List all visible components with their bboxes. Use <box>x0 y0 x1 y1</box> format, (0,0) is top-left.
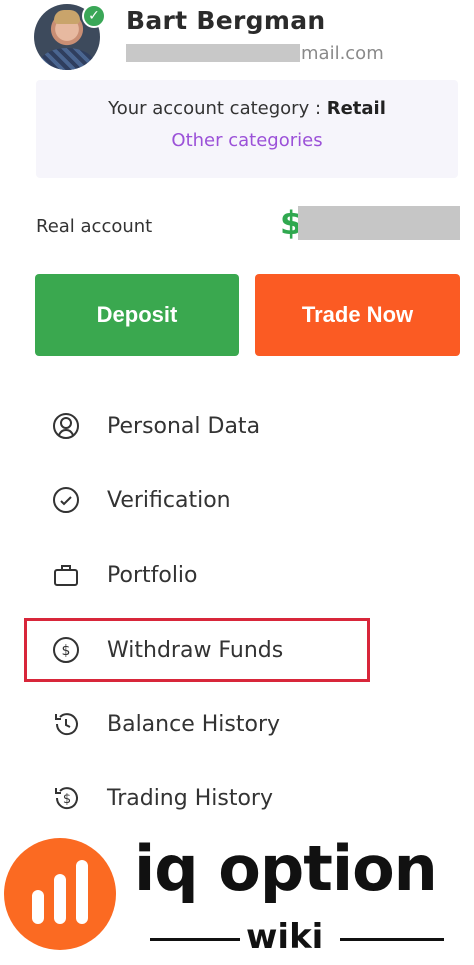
user-email: mail.com <box>126 42 384 64</box>
menu-item-portfolio[interactable]: Portfolio <box>50 555 198 595</box>
menu-item-trading-history[interactable]: $ Trading History <box>50 778 273 818</box>
avatar-shirt <box>40 48 94 70</box>
verified-check-icon: ✓ <box>82 4 106 28</box>
wiki-divider-left <box>150 938 240 941</box>
other-categories-link[interactable]: Other categories <box>36 130 458 151</box>
wiki-divider-right <box>340 938 444 941</box>
dollar-history-icon: $ <box>50 782 82 814</box>
email-suffix: mail.com <box>301 42 384 64</box>
svg-text:$: $ <box>62 643 71 659</box>
logo-bar <box>32 890 44 924</box>
logo-bar <box>76 860 88 924</box>
real-account-label: Real account <box>36 216 153 237</box>
user-name: Bart Bergman <box>126 6 326 35</box>
brand-sub: wiki <box>246 917 324 957</box>
menu-item-label: Trading History <box>107 785 273 811</box>
menu-item-balance-history[interactable]: Balance History <box>50 704 280 744</box>
svg-text:$: $ <box>63 792 71 807</box>
menu-item-label: Balance History <box>107 711 281 737</box>
avatar-hair <box>54 10 80 24</box>
menu-item-personal-data[interactable]: Personal Data <box>50 406 260 446</box>
account-category-prefix: Your account category : <box>108 98 327 119</box>
account-category-panel: Your account category : Retail Other cat… <box>36 80 458 178</box>
menu-item-label: Withdraw Funds <box>107 637 284 663</box>
account-category-text: Your account category : Retail <box>36 98 458 119</box>
dollar-circle-icon: $ <box>50 634 82 666</box>
history-icon <box>50 708 82 740</box>
brand-name: iq option <box>134 832 438 905</box>
iq-option-logo-icon <box>4 838 116 950</box>
menu-item-label: Verification <box>107 487 231 513</box>
email-redaction <box>126 44 300 62</box>
menu-item-label: Personal Data <box>107 413 261 439</box>
user-icon <box>50 410 82 442</box>
menu-item-verification[interactable]: Verification <box>50 480 231 520</box>
deposit-button[interactable]: Deposit <box>35 274 239 356</box>
trade-now-button[interactable]: Trade Now <box>255 274 460 356</box>
balance-redaction <box>298 206 460 240</box>
menu-item-label: Portfolio <box>107 562 198 588</box>
account-category-value: Retail <box>326 98 386 119</box>
briefcase-icon <box>50 559 82 591</box>
check-circle-icon <box>50 484 82 516</box>
menu-item-withdraw-funds[interactable]: $ Withdraw Funds <box>50 630 283 670</box>
logo-bar <box>54 874 66 924</box>
